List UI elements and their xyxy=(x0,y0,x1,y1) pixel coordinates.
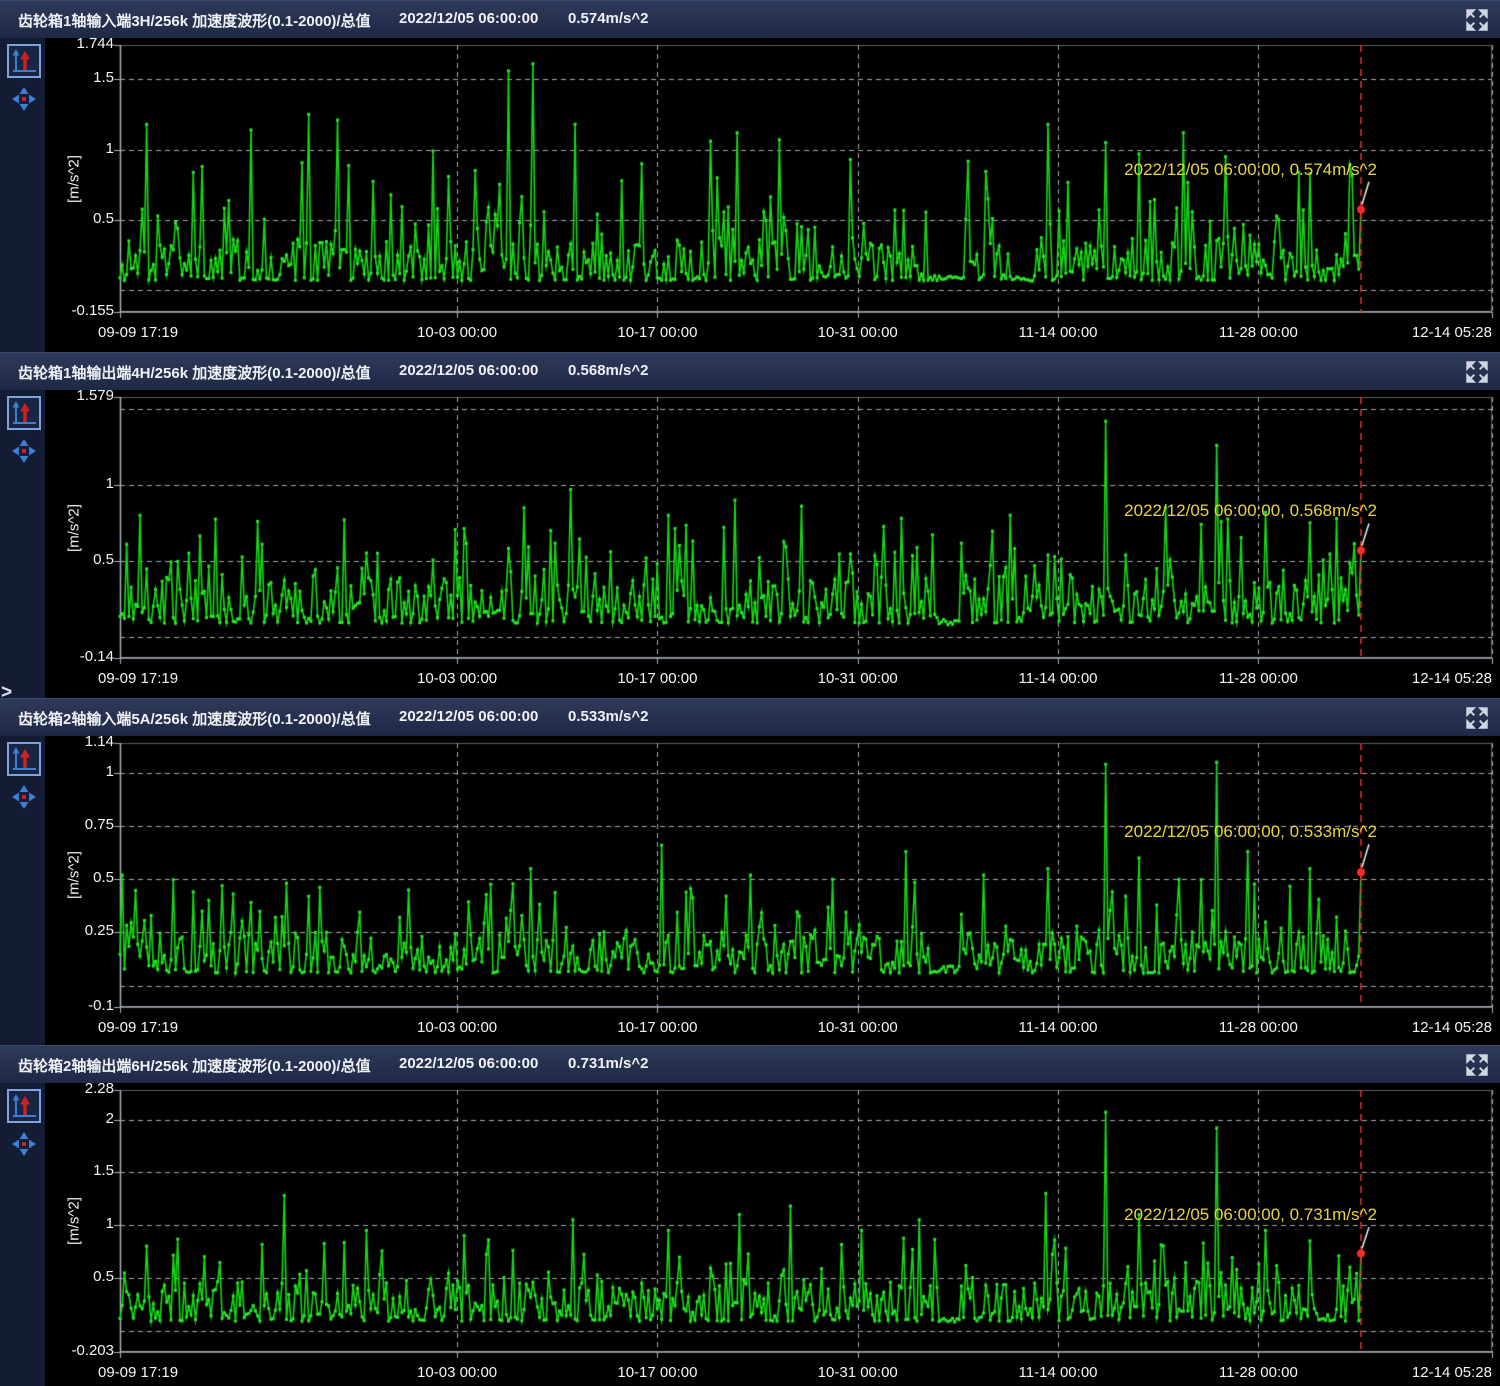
x-tick-label: 09-09 17:19 xyxy=(98,670,178,687)
expand-icon[interactable] xyxy=(1464,705,1490,731)
x-tick-label: 09-09 17:19 xyxy=(98,324,178,341)
chart-timestamp: 2022/12/05 06:00:00 xyxy=(399,1055,538,1072)
x-tick-label: 10-17 00:00 xyxy=(617,670,697,687)
axis-scale-tool-icon[interactable] xyxy=(7,1089,41,1123)
y-tick-label: 0.5 xyxy=(0,869,114,886)
x-tick-label: 11-28 00:00 xyxy=(1219,1019,1298,1036)
x-tick-label: 11-14 00:00 xyxy=(1019,670,1098,687)
expand-icon[interactable] xyxy=(1464,1052,1490,1078)
y-tick-label: -0.1 xyxy=(0,997,114,1014)
x-tick-label: 12-14 05:28 xyxy=(1412,670,1492,687)
y-tick-label: 0.5 xyxy=(0,551,114,568)
y-tick-label: 1 xyxy=(0,475,114,492)
chart-title-bar: 齿轮箱2轴输出端6H/256k 加速度波形(0.1-2000)/总值 2022/… xyxy=(0,1045,1500,1083)
chart-panel-1: 齿轮箱1轴输入端3H/256k 加速度波形(0.1-2000)/总值 2022/… xyxy=(0,0,1500,352)
chart-current-value: 0.731m/s^2 xyxy=(568,1055,649,1072)
pan-tool-icon[interactable] xyxy=(11,1131,37,1157)
chart-panel-4: 齿轮箱2轴输出端6H/256k 加速度波形(0.1-2000)/总值 2022/… xyxy=(0,1045,1500,1386)
x-tick-label: 10-31 00:00 xyxy=(818,324,898,341)
axis-scale-tool-icon[interactable] xyxy=(7,396,41,430)
trend-plot-canvas[interactable] xyxy=(0,352,1500,698)
chart-timestamp: 2022/12/05 06:00:00 xyxy=(399,362,538,379)
x-tick-label: 10-03 00:00 xyxy=(417,1019,497,1036)
y-tick-label: 0.5 xyxy=(0,210,114,227)
x-tick-label: 10-17 00:00 xyxy=(617,324,697,341)
pan-tool-icon[interactable] xyxy=(11,784,37,810)
x-tick-label: 11-28 00:00 xyxy=(1219,670,1298,687)
cursor-annotation: 2022/12/05 06:00:00, 0.731m/s^2 xyxy=(1124,1205,1377,1225)
chart-title: 齿轮箱1轴输入端3H/256k 加速度波形(0.1-2000)/总值 xyxy=(18,10,371,31)
x-tick-label: 10-17 00:00 xyxy=(617,1019,697,1036)
y-tick-label: 1.5 xyxy=(0,1162,114,1179)
x-tick-label: 09-09 17:19 xyxy=(98,1019,178,1036)
x-tick-label: 12-14 05:28 xyxy=(1412,1364,1492,1381)
pan-tool-icon[interactable] xyxy=(11,438,37,464)
chart-current-value: 0.574m/s^2 xyxy=(568,10,649,27)
chart-current-value: 0.533m/s^2 xyxy=(568,708,649,725)
chart-timestamp: 2022/12/05 06:00:00 xyxy=(399,708,538,725)
x-tick-label: 11-28 00:00 xyxy=(1219,1364,1298,1381)
x-tick-label: 10-03 00:00 xyxy=(417,1364,497,1381)
x-tick-label: 10-31 00:00 xyxy=(818,670,898,687)
x-tick-label: 11-28 00:00 xyxy=(1219,324,1298,341)
x-tick-label: 10-03 00:00 xyxy=(417,670,497,687)
x-tick-label: 10-31 00:00 xyxy=(818,1364,898,1381)
chart-current-value: 0.568m/s^2 xyxy=(568,362,649,379)
x-tick-label: 11-14 00:00 xyxy=(1019,1364,1098,1381)
chart-title: 齿轮箱1轴输出端4H/256k 加速度波形(0.1-2000)/总值 xyxy=(18,362,371,383)
axis-scale-tool-icon[interactable] xyxy=(7,44,41,78)
trend-plot-canvas[interactable] xyxy=(0,698,1500,1045)
expand-icon[interactable] xyxy=(1464,359,1490,385)
y-tick-label: 0.75 xyxy=(0,816,114,833)
y-tick-label: 1 xyxy=(0,140,114,157)
y-tick-label: -0.203 xyxy=(0,1342,114,1359)
expand-icon[interactable] xyxy=(1464,7,1490,33)
pan-tool-icon[interactable] xyxy=(11,86,37,112)
y-tick-label: 0.5 xyxy=(0,1268,114,1285)
x-tick-label: 11-14 00:00 xyxy=(1019,324,1098,341)
chart-panel-3: 齿轮箱2轴输入端5A/256k 加速度波形(0.1-2000)/总值 2022/… xyxy=(0,698,1500,1045)
y-tick-label: 0.25 xyxy=(0,922,114,939)
cursor-annotation: 2022/12/05 06:00:00, 0.533m/s^2 xyxy=(1124,822,1377,842)
x-tick-label: 09-09 17:19 xyxy=(98,1364,178,1381)
cursor-annotation: 2022/12/05 06:00:00, 0.568m/s^2 xyxy=(1124,501,1377,521)
collapse-arrow-icon[interactable]: > xyxy=(1,682,12,704)
x-tick-label: 12-14 05:28 xyxy=(1412,324,1492,341)
chart-title-bar: 齿轮箱1轴输入端3H/256k 加速度波形(0.1-2000)/总值 2022/… xyxy=(0,0,1500,38)
chart-title-bar: 齿轮箱2轴输入端5A/256k 加速度波形(0.1-2000)/总值 2022/… xyxy=(0,698,1500,736)
x-tick-label: 11-14 00:00 xyxy=(1019,1019,1098,1036)
chart-panel-2: 齿轮箱1轴输出端4H/256k 加速度波形(0.1-2000)/总值 2022/… xyxy=(0,352,1500,698)
chart-title-bar: 齿轮箱1轴输出端4H/256k 加速度波形(0.1-2000)/总值 2022/… xyxy=(0,352,1500,390)
x-tick-label: 10-31 00:00 xyxy=(818,1019,898,1036)
chart-title: 齿轮箱2轴输出端6H/256k 加速度波形(0.1-2000)/总值 xyxy=(18,1055,371,1076)
y-axis-unit-label: [m/s^2] xyxy=(66,155,83,203)
y-axis-unit-label: [m/s^2] xyxy=(66,504,83,552)
axis-scale-tool-icon[interactable] xyxy=(7,742,41,776)
y-tick-label: -0.14 xyxy=(0,648,114,665)
chart-timestamp: 2022/12/05 06:00:00 xyxy=(399,10,538,27)
x-tick-label: 10-17 00:00 xyxy=(617,1364,697,1381)
y-tick-label: -0.155 xyxy=(0,302,114,319)
x-tick-label: 10-03 00:00 xyxy=(417,324,497,341)
chart-title: 齿轮箱2轴输入端5A/256k 加速度波形(0.1-2000)/总值 xyxy=(18,708,371,729)
y-tick-label: 1 xyxy=(0,1215,114,1232)
cursor-annotation: 2022/12/05 06:00:00, 0.574m/s^2 xyxy=(1124,160,1377,180)
x-tick-label: 12-14 05:28 xyxy=(1412,1019,1492,1036)
